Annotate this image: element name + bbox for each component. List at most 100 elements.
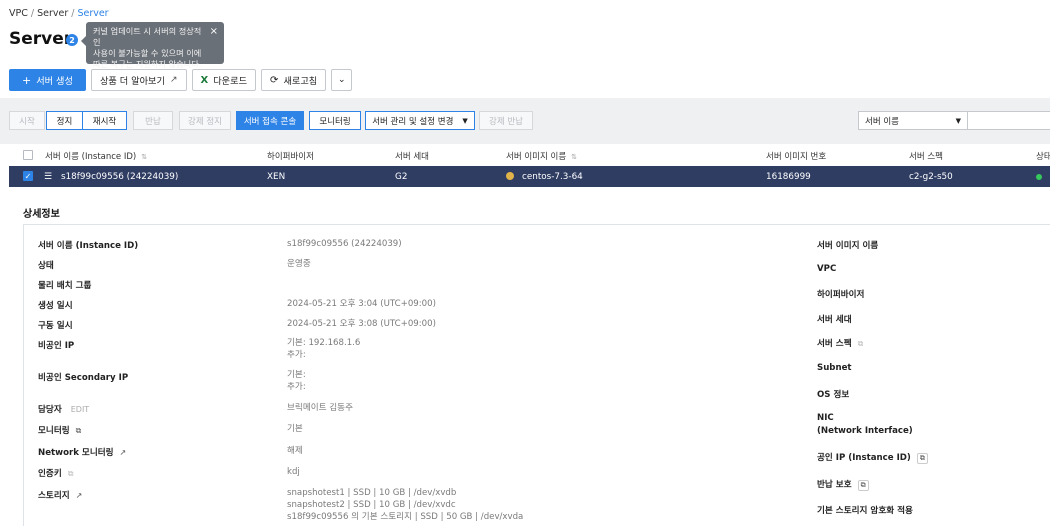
close-icon[interactable]: ×	[210, 26, 218, 37]
row-checkbox[interactable]: ✓	[23, 171, 33, 181]
force-stop-button[interactable]: 강제 정지	[179, 111, 231, 130]
breadcrumb-vpc[interactable]: VPC	[9, 8, 28, 19]
nic-label-sub: (Network Interface)	[817, 426, 913, 436]
sort-icon[interactable]: ⇅	[571, 153, 577, 161]
search-field-select[interactable]: 서버 이름 ▼	[858, 111, 968, 130]
help-badge[interactable]: 2	[66, 34, 78, 46]
detail-storage-label: 스토리지 ↗	[38, 489, 82, 501]
detail-subnet-label: Subnet	[817, 363, 852, 373]
detail-created-label: 생성 일시	[38, 301, 73, 311]
detail-status-value: 운영중	[287, 259, 311, 269]
detail-os-label: OS 정보	[817, 390, 850, 400]
detail-private-ip-label: 비공인 IP	[38, 341, 75, 351]
table-row[interactable]: ✓ ☰ s18f99c09556 (24224039) XEN G2 cento…	[9, 166, 1050, 187]
manage-dropdown[interactable]: 서버 관리 및 설정 변경 ▼	[365, 111, 475, 130]
external-link-icon: ↗	[169, 75, 178, 85]
refresh-label: 새로고침	[283, 76, 318, 87]
col-image-no: 서버 이미지 번호	[766, 152, 827, 162]
col-hypervisor: 하이퍼바이저	[267, 152, 314, 162]
detail-return-protect-label: 반납 보호 ⧉	[817, 478, 869, 491]
detail-authkey-value: kdj	[287, 467, 300, 477]
refresh-button[interactable]: ⟳ 새로고침	[261, 69, 327, 91]
force-return-button[interactable]: 강제 반납	[479, 111, 533, 130]
breadcrumb-server[interactable]: Server	[37, 8, 68, 19]
col-spec: 서버 스펙	[909, 152, 943, 162]
search-input[interactable]	[968, 111, 1050, 130]
create-server-button[interactable]: + 서버 생성	[9, 69, 86, 91]
manage-dropdown-label: 서버 관리 및 설정 변경	[372, 116, 454, 127]
return-button[interactable]: 반납	[133, 111, 173, 130]
authkey-label: 인증키	[38, 469, 62, 479]
owner-edit-link[interactable]: EDIT	[71, 405, 89, 414]
download-label: 다운로드	[213, 76, 248, 87]
col-name-label: 서버 이름 (Instance ID)	[45, 152, 137, 162]
start-button[interactable]: 시작	[9, 111, 45, 130]
plus-icon: +	[22, 73, 32, 87]
top-toolbar: + 서버 생성 상품 더 알아보기 ↗ X 다운로드 ⟳ 새로고침 ⌄	[9, 69, 353, 91]
breadcrumb-current[interactable]: Server	[77, 8, 108, 19]
row-image-no: 16186999	[766, 172, 811, 182]
detail-status-label: 상태	[38, 261, 54, 271]
restart-button[interactable]: 재시작	[83, 111, 127, 130]
centos-icon	[506, 172, 514, 180]
row-image: centos-7.3-64	[506, 172, 583, 182]
detail-public-ip-label: 공인 IP (Instance ID) ⧉	[817, 451, 928, 464]
search-field-label: 서버 이름	[865, 116, 899, 127]
row-generation: G2	[395, 172, 408, 182]
detail-title: 상세정보	[23, 209, 60, 220]
server-icon: ☰	[44, 172, 53, 182]
console-button[interactable]: 서버 접속 콘솔	[236, 111, 304, 130]
breadcrumb-separator: /	[30, 8, 35, 19]
learn-more-button[interactable]: 상품 더 알아보기 ↗	[90, 69, 187, 91]
detail-secondary-ip-label: 비공인 Secondary IP	[38, 373, 129, 383]
detail-private-ip-value: 기본: 192.168.1.6 추가:	[287, 337, 360, 361]
detail-name-value: s18f99c09556 (24224039)	[287, 239, 402, 249]
tooltip-line: 커널 업데이트 시 서버의 정상적인	[93, 26, 202, 47]
refresh-icon: ⟳	[270, 74, 279, 86]
tooltip-line: 사용이 불가능할 수 있으며 이에	[93, 48, 202, 58]
page-title: Server	[9, 29, 73, 49]
detail-vpc-label: VPC	[817, 264, 837, 274]
private-ip-additional: 추가:	[287, 350, 306, 360]
col-image[interactable]: 서버 이미지 이름 ⇅	[506, 150, 577, 162]
row-spec: c2-g2-s50	[909, 172, 953, 182]
stop-button[interactable]: 정지	[46, 111, 83, 130]
detail-hypervisor-label: 하이퍼바이저	[817, 290, 865, 300]
col-status: 상태	[1036, 152, 1050, 162]
detail-owner-value: 브릭메이트 김동주	[287, 403, 353, 413]
storage-label: 스토리지	[38, 491, 70, 501]
more-options-button[interactable]: ⌄	[331, 69, 353, 91]
server-table-header: 서버 이름 (Instance ID) ⇅ 하이퍼바이저 서버 세대 서버 이미지…	[9, 145, 1050, 165]
detail-created-value: 2024-05-21 오후 3:04 (UTC+09:00)	[287, 299, 436, 309]
detail-netmon-label: Network 모니터링 ↗	[38, 446, 126, 458]
detail-started-value: 2024-05-21 오후 3:08 (UTC+09:00)	[287, 319, 436, 329]
sort-icon[interactable]: ⇅	[141, 153, 147, 161]
select-all-checkbox[interactable]	[23, 150, 33, 160]
nic-label: NIC	[817, 413, 834, 423]
detail-monitoring-value: 기본	[287, 424, 303, 434]
col-image-label: 서버 이미지 이름	[506, 152, 567, 162]
detail-storage-value: snapshotest1 | SSD | 10 GB | /dev/xvdb s…	[287, 487, 523, 523]
col-name[interactable]: 서버 이름 (Instance ID) ⇅	[45, 150, 147, 162]
status-running-icon	[1036, 174, 1042, 180]
create-server-label: 서버 생성	[36, 76, 73, 87]
detail-generation-label: 서버 세대	[817, 315, 852, 325]
detail-name-label: 서버 이름 (Instance ID)	[38, 241, 139, 251]
spec-label: 서버 스펙	[817, 339, 852, 349]
copy-icon[interactable]: ⧉	[857, 480, 869, 491]
caret-down-icon: ▼	[955, 116, 961, 125]
monitoring-button[interactable]: 모니터링	[309, 111, 361, 130]
copy-icon[interactable]: ⧉	[858, 339, 864, 349]
copy-icon[interactable]: ⧉	[76, 426, 82, 436]
external-link-icon[interactable]: ↗	[76, 491, 83, 500]
copy-icon[interactable]: ⧉	[68, 469, 74, 479]
detail-encryption-label: 기본 스토리지 암호화 적용	[817, 506, 913, 516]
external-link-icon[interactable]: ↗	[120, 448, 127, 457]
detail-monitoring-label: 모니터링 ⧉	[38, 424, 81, 436]
detail-secondary-ip-value: 기본: 추가:	[287, 369, 306, 393]
secondary-ip-primary: 기본:	[287, 370, 306, 380]
copy-icon[interactable]: ⧉	[916, 453, 928, 464]
row-hypervisor: XEN	[267, 172, 286, 182]
download-button[interactable]: X 다운로드	[191, 69, 257, 91]
detail-placement-label: 물리 배치 그룹	[38, 281, 92, 291]
